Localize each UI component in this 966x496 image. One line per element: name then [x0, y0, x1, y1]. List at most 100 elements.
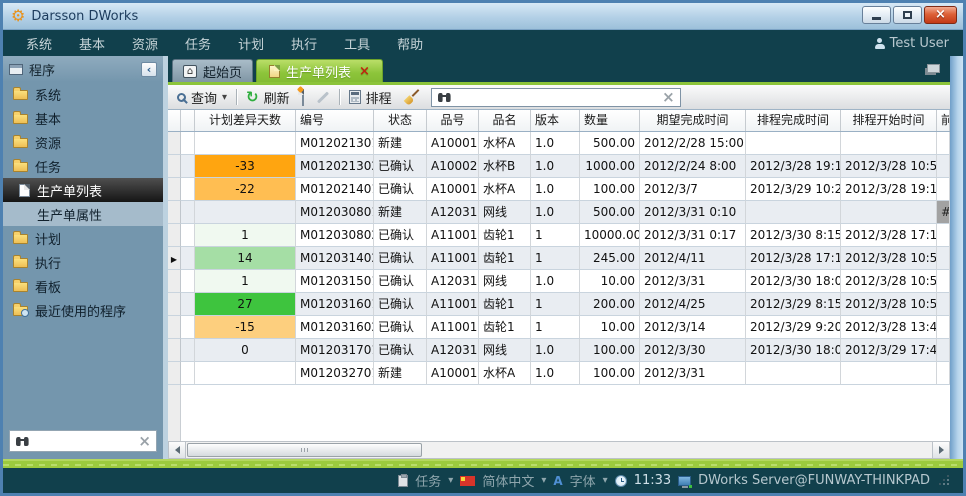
- cell-version: 1.0: [531, 201, 580, 224]
- table-row-8[interactable]: -15M012031602已确认A11001齿轮1110.002012/3/14…: [168, 316, 950, 339]
- maximize-button[interactable]: [893, 6, 922, 24]
- column-header-code[interactable]: 编号: [296, 110, 374, 131]
- refresh-button[interactable]: ↻ 刷新: [243, 86, 293, 109]
- query-button[interactable]: 查询 ▾: [174, 86, 230, 109]
- query-caret-icon[interactable]: ▾: [222, 92, 227, 103]
- sidebar-item-7[interactable]: 执行: [3, 250, 163, 274]
- sidebar-item-8[interactable]: 看板: [3, 274, 163, 298]
- minimize-button[interactable]: [862, 6, 891, 24]
- horizontal-scrollbar[interactable]: [168, 441, 950, 459]
- resize-grip[interactable]: [940, 476, 949, 485]
- table-row-9[interactable]: 0M012031701已确认A12031网线1.0100.002012/3/30…: [168, 339, 950, 362]
- menu-item-0[interactable]: 系统: [15, 30, 63, 57]
- table-row-2[interactable]: -22M012021401已确认A10001水杯A1.0100.002012/3…: [168, 178, 950, 201]
- task-caret-icon[interactable]: ▾: [448, 475, 453, 486]
- row-selector-cell[interactable]: [168, 178, 181, 201]
- scroll-right-button[interactable]: [932, 442, 949, 458]
- cell-start: 2012/3/28 10:52: [841, 247, 937, 270]
- table-row-5[interactable]: ▶14M012031402已确认A11001齿轮11245.002012/4/1…: [168, 247, 950, 270]
- column-header-version[interactable]: 版本: [531, 110, 580, 131]
- cell-expect: 2012/3/31: [640, 270, 746, 293]
- user-box[interactable]: Test User: [875, 36, 949, 51]
- cell-end: 2012/3/29 9:20: [746, 316, 841, 339]
- task-menu-label[interactable]: 任务: [415, 471, 441, 490]
- column-header-item_no[interactable]: 品号: [427, 110, 479, 131]
- row-selector-cell[interactable]: [168, 362, 181, 385]
- menu-item-7[interactable]: 帮助: [386, 30, 434, 57]
- toolbar-clear-search-icon[interactable]: ×: [662, 90, 675, 105]
- column-header-status[interactable]: 状态: [374, 110, 427, 131]
- table-row-0[interactable]: M012021301新建A10001水杯A1.0500.002012/2/28 …: [168, 132, 950, 155]
- sidebar-item-3[interactable]: 任务: [3, 154, 163, 178]
- menu-item-5[interactable]: 执行: [280, 30, 328, 57]
- row-selector-cell[interactable]: [168, 132, 181, 155]
- new-button[interactable]: [299, 88, 307, 107]
- schedule-button[interactable]: 排程: [346, 86, 395, 109]
- row-selector-cell[interactable]: ▶: [168, 247, 181, 270]
- row-selector-cell[interactable]: [168, 224, 181, 247]
- cell-expect: 2012/4/25: [640, 293, 746, 316]
- row-selector-cell[interactable]: [168, 293, 181, 316]
- tab-list-icon[interactable]: [927, 64, 940, 73]
- sidebar-search-input[interactable]: [30, 432, 138, 450]
- column-header-clip[interactable]: 前: [937, 110, 950, 131]
- row-selector-cell[interactable]: [168, 339, 181, 362]
- scrollbar-thumb[interactable]: [187, 443, 422, 457]
- tab-home[interactable]: ⌂ 起始页: [172, 59, 253, 82]
- edit-button[interactable]: [313, 94, 333, 101]
- font-caret-icon[interactable]: ▾: [603, 475, 608, 486]
- menu-item-4[interactable]: 计划: [227, 30, 275, 57]
- row-selector-cell[interactable]: [168, 201, 181, 224]
- language-label[interactable]: 简体中文: [482, 471, 534, 490]
- row-selector-cell[interactable]: [168, 155, 181, 178]
- menu-item-6[interactable]: 工具: [333, 30, 381, 57]
- titlebar[interactable]: ⚙ Darsson DWorks ×: [3, 3, 963, 30]
- column-header-qty[interactable]: 数量: [580, 110, 640, 131]
- tab-close-icon[interactable]: ×: [359, 65, 370, 78]
- tabstrip: ⌂ 起始页 生产单列表 ×: [168, 56, 950, 82]
- table-row-1[interactable]: -33M012021302已确认A10002水杯B1.01000.002012/…: [168, 155, 950, 178]
- sidebar-item-9[interactable]: 最近使用的程序: [3, 298, 163, 322]
- menubar: 系统基本资源任务计划执行工具帮助 Test User: [3, 30, 963, 56]
- column-header-expect[interactable]: 期望完成时间: [640, 110, 746, 131]
- sidebar-clear-search-icon[interactable]: ×: [138, 434, 151, 449]
- row-selector-cell[interactable]: [168, 270, 181, 293]
- clean-button[interactable]: [401, 88, 423, 107]
- cell-clip: [937, 178, 950, 201]
- close-button[interactable]: ×: [924, 6, 957, 24]
- column-header-item_name[interactable]: 品名: [479, 110, 531, 131]
- tab-production-order-list[interactable]: 生产单列表 ×: [256, 59, 383, 82]
- menu-item-1[interactable]: 基本: [68, 30, 116, 57]
- sidebar-item-4[interactable]: 生产单列表: [3, 178, 163, 202]
- row-selector-cell[interactable]: [168, 316, 181, 339]
- sidebar-item-1[interactable]: 基本: [3, 106, 163, 130]
- cell-end: 2012/3/30 18:00: [746, 270, 841, 293]
- toolbar-search-input[interactable]: [452, 88, 662, 106]
- table-row-10[interactable]: M012032701新建A10001水杯A1.0100.002012/3/31: [168, 362, 950, 385]
- folder-icon: [13, 258, 28, 268]
- menu-item-3[interactable]: 任务: [174, 30, 222, 57]
- table-row-4[interactable]: 1M012030802已确认A11001齿轮1110000.002012/3/3…: [168, 224, 950, 247]
- table-row-3[interactable]: M012030801新建A12031网线1.0500.002012/3/31 0…: [168, 201, 950, 224]
- column-header-start[interactable]: 排程开始时间: [841, 110, 937, 131]
- column-header-diff[interactable]: 计划差异天数: [195, 110, 296, 131]
- cell-diff: 27: [195, 293, 296, 316]
- cell-diff: 1: [195, 270, 296, 293]
- sidebar-item-6[interactable]: 计划: [3, 226, 163, 250]
- column-header-end[interactable]: 排程完成时间: [746, 110, 841, 131]
- sidebar-item-0[interactable]: 系统: [3, 82, 163, 106]
- sidebar-item-2[interactable]: 资源: [3, 130, 163, 154]
- table-row-7[interactable]: 27M012031601已确认A11001齿轮11200.002012/4/25…: [168, 293, 950, 316]
- cell-item_no: A12031: [427, 339, 479, 362]
- menu-item-2[interactable]: 资源: [121, 30, 169, 57]
- collapse-sidebar-button[interactable]: ‹: [141, 62, 157, 77]
- language-caret-icon[interactable]: ▾: [541, 475, 546, 486]
- sidebar-item-5[interactable]: 生产单属性: [3, 202, 163, 226]
- table-row-6[interactable]: 1M012031501已确认A12031网线1.010.002012/3/312…: [168, 270, 950, 293]
- sidebar-item-label: 生产单属性: [37, 205, 102, 224]
- cell-status: 新建: [374, 201, 427, 224]
- scroll-left-button[interactable]: [169, 442, 186, 458]
- font-menu-label[interactable]: 字体: [570, 471, 596, 490]
- sidebar-item-label: 基本: [35, 109, 61, 128]
- cell-start: 2012/3/28 10:52: [841, 293, 937, 316]
